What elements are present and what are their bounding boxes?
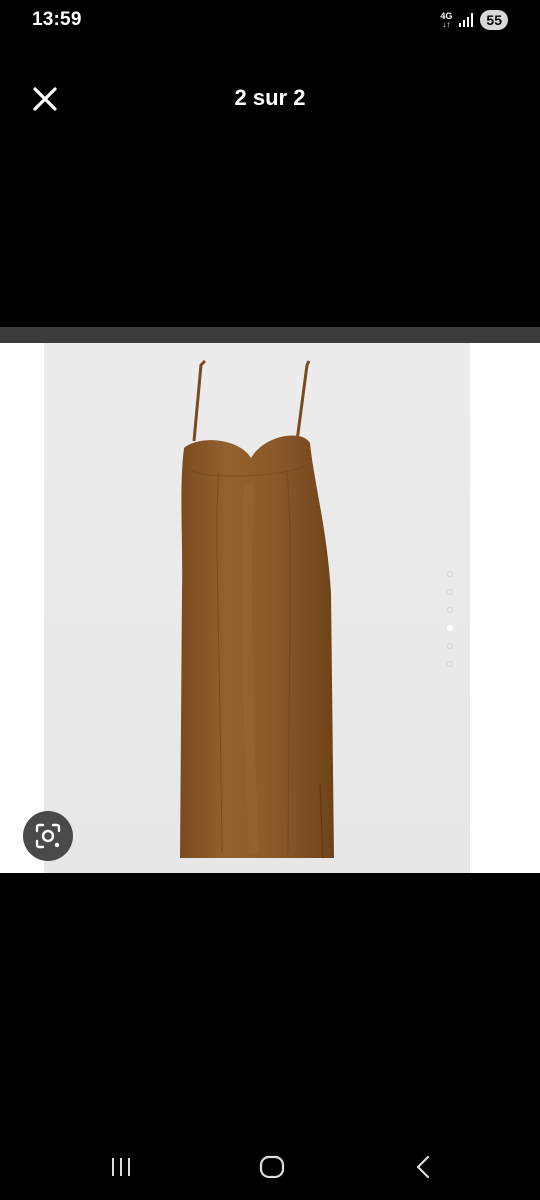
data-activity-icon: ↓↑	[442, 19, 451, 29]
system-nav-bar	[0, 1140, 540, 1200]
page-dot[interactable]	[447, 589, 453, 595]
status-icons: 4G ↓↑ 55	[440, 9, 508, 31]
status-time: 13:59	[32, 9, 82, 30]
page-dot-active[interactable]	[447, 625, 453, 631]
image-search-lens-icon	[35, 823, 61, 849]
page-dot[interactable]	[447, 571, 453, 577]
viewer-header: 2 sur 2	[0, 70, 540, 126]
image-viewer-screen: 13:59 4G ↓↑ 55 2 sur 2	[0, 0, 540, 1200]
page-counter-title: 2 sur 2	[234, 85, 306, 110]
page-dot[interactable]	[447, 643, 453, 649]
home-icon	[259, 1155, 285, 1179]
back-icon	[416, 1155, 430, 1179]
product-photo	[44, 343, 470, 873]
page-dot[interactable]	[447, 661, 453, 667]
image-display[interactable]	[0, 343, 540, 873]
back-button[interactable]	[404, 1152, 444, 1182]
home-button[interactable]	[252, 1152, 292, 1182]
gallery-page-indicator	[447, 571, 457, 679]
image-top-divider	[0, 327, 540, 343]
dress-image	[180, 359, 334, 859]
recents-icon	[112, 1158, 130, 1176]
image-search-button[interactable]	[23, 811, 73, 861]
network-indicator: 4G ↓↑	[440, 11, 452, 29]
battery-indicator: 55	[480, 10, 508, 30]
recents-button[interactable]	[101, 1152, 141, 1182]
status-bar: 13:59 4G ↓↑ 55	[0, 0, 540, 40]
page-dot[interactable]	[447, 607, 453, 613]
signal-icon	[459, 13, 474, 27]
